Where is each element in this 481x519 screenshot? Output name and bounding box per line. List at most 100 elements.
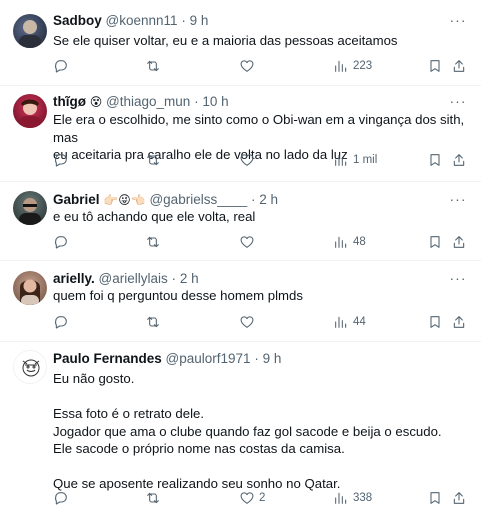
reply-button[interactable] — [53, 312, 73, 332]
display-name[interactable]: Paulo Fernandes — [53, 351, 162, 366]
share-button[interactable] — [451, 488, 467, 508]
tweet-line — [53, 388, 473, 406]
tweet-header: Gabriel 👉🏻😜👈🏻 @gabrielss____ · 2 h — [53, 191, 278, 209]
separator: · — [171, 271, 177, 286]
share-button[interactable] — [451, 56, 467, 76]
timestamp[interactable]: 2 h — [180, 271, 199, 286]
views-button[interactable]: 223 — [333, 56, 372, 76]
tweet-header: Sadboy @koennn11 · 9 h — [53, 12, 208, 30]
tweet[interactable]: Sadboy @koennn11 · 9 h ··· Se ele quiser… — [0, 0, 481, 86]
views-count: 44 — [353, 316, 366, 328]
more-icon[interactable]: ··· — [447, 94, 469, 111]
display-name[interactable]: arielly. — [53, 271, 95, 286]
bookmark-button[interactable] — [427, 232, 443, 252]
avatar[interactable] — [13, 94, 47, 128]
reply-feed: Sadboy @koennn11 · 9 h ··· Se ele quiser… — [0, 0, 481, 519]
retweet-icon — [147, 60, 159, 72]
tweet-header: arielly. @ariellylais · 2 h — [53, 270, 199, 288]
like-icon — [240, 60, 254, 72]
retweet-icon — [147, 492, 159, 504]
retweet-button[interactable] — [145, 232, 165, 252]
share-icon — [453, 492, 465, 504]
separator: · — [254, 351, 259, 366]
handle[interactable]: @ariellylais — [99, 271, 168, 286]
more-icon[interactable]: ··· — [447, 13, 469, 30]
tweet-line: Se ele quiser voltar, eu e a maioria das… — [53, 33, 398, 48]
tweet-text: e eu tô achando que ele volta, real — [53, 208, 473, 226]
timestamp[interactable]: 9 h — [190, 13, 209, 28]
share-button[interactable] — [451, 150, 467, 170]
name-emoji: 👉🏻😜👈🏻 — [103, 193, 146, 207]
like-button[interactable] — [239, 56, 259, 76]
share-icon — [453, 236, 465, 248]
tweet-actions: 44 — [53, 312, 471, 332]
views-icon — [335, 60, 347, 72]
timestamp[interactable]: 2 h — [259, 192, 278, 207]
views-button[interactable]: 44 — [333, 312, 366, 332]
bookmark-button[interactable] — [427, 150, 443, 170]
views-count: 338 — [353, 492, 373, 504]
share-icon — [453, 316, 465, 328]
retweet-button[interactable] — [145, 312, 165, 332]
tweet[interactable]: arielly. @ariellylais · 2 h ··· quem foi… — [0, 261, 481, 342]
handle[interactable]: @gabrielss____ — [149, 192, 247, 207]
tweet-line: Ele era o escolhido, me sinto como o Obi… — [53, 112, 465, 145]
bookmark-icon — [430, 316, 440, 328]
views-button[interactable]: 1 mil — [333, 150, 377, 170]
retweet-button[interactable] — [145, 56, 165, 76]
views-button[interactable]: 48 — [333, 232, 366, 252]
bookmark-button[interactable] — [427, 312, 443, 332]
like-icon — [240, 154, 254, 166]
avatar[interactable] — [13, 191, 47, 225]
views-icon — [335, 492, 347, 504]
reply-button[interactable] — [53, 488, 73, 508]
bookmark-icon — [430, 492, 440, 504]
timestamp[interactable]: 10 h — [202, 94, 228, 109]
tweet-text: Se ele quiser voltar, eu e a maioria das… — [53, 32, 473, 50]
views-count: 1 mil — [353, 154, 378, 166]
retweet-button[interactable] — [145, 150, 165, 170]
display-name[interactable]: Sadboy — [53, 13, 102, 28]
reply-icon — [55, 60, 67, 73]
bookmark-button[interactable] — [427, 488, 443, 508]
bookmark-button[interactable] — [427, 56, 443, 76]
tweet-actions: 1 mil — [53, 150, 471, 170]
more-icon[interactable]: ··· — [447, 192, 469, 209]
timestamp[interactable]: 9 h — [263, 351, 282, 366]
views-button[interactable]: 338 — [333, 488, 372, 508]
reply-icon — [55, 154, 67, 167]
like-button[interactable] — [239, 312, 259, 332]
handle[interactable]: @koennn11 — [106, 13, 178, 28]
retweet-button[interactable] — [145, 488, 165, 508]
tweet[interactable]: Paulo Fernandes @paulorf1971 · 9 h Eu nã… — [0, 342, 481, 519]
tweet[interactable]: Gabriel 👉🏻😜👈🏻 @gabrielss____ · 2 h ··· e… — [0, 182, 481, 261]
like-count: 2 — [259, 492, 266, 504]
like-button[interactable] — [239, 232, 259, 252]
avatar[interactable] — [13, 350, 47, 384]
handle[interactable]: @thiago_mun — [106, 94, 190, 109]
reply-button[interactable] — [53, 56, 73, 76]
views-count: 48 — [353, 236, 366, 248]
tweet-line: Ele sacode o próprio nome nas costas da … — [53, 441, 345, 456]
tweet-line: e eu tô achando que ele volta, real — [53, 209, 256, 224]
tweet-header: thĩgø 😵 @thiago_mun · 10 h — [53, 93, 229, 111]
reply-icon — [55, 316, 67, 329]
retweet-icon — [147, 154, 159, 166]
tweet-actions: 223 — [53, 56, 471, 76]
tweet[interactable]: thĩgø 😵 @thiago_mun · 10 h ··· Ele era o… — [0, 86, 481, 182]
handle[interactable]: @paulorf1971 — [166, 351, 251, 366]
views-count: 223 — [353, 60, 373, 72]
tweet-line: Essa foto é o retrato dele. — [53, 406, 205, 421]
avatar[interactable] — [13, 14, 47, 48]
reply-button[interactable] — [53, 232, 73, 252]
display-name[interactable]: thĩgø — [53, 94, 86, 109]
share-button[interactable] — [451, 232, 467, 252]
like-button[interactable] — [239, 150, 259, 170]
like-button[interactable]: 2 — [239, 488, 265, 508]
like-icon — [240, 236, 254, 248]
reply-button[interactable] — [53, 150, 73, 170]
share-button[interactable] — [451, 312, 467, 332]
avatar[interactable] — [13, 271, 47, 305]
more-icon[interactable]: ··· — [447, 271, 469, 288]
display-name[interactable]: Gabriel — [53, 192, 100, 207]
